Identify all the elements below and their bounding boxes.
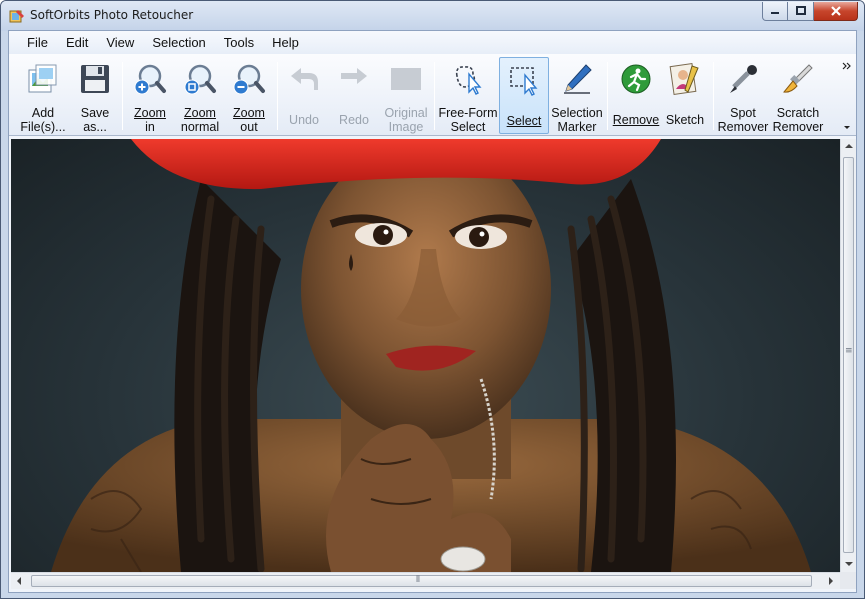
zoom-out-button[interactable]: Zoom out	[225, 57, 273, 134]
menu-edit[interactable]: Edit	[57, 33, 97, 52]
grip-icon: ≡	[845, 346, 853, 356]
zoom-normal-icon	[180, 59, 220, 99]
zoom-normal-label-1: Zoom	[184, 106, 216, 120]
toolbar-overflow-chevron-icon	[842, 62, 851, 129]
zoom-out-icon	[229, 59, 269, 99]
menu-help[interactable]: Help	[263, 33, 308, 52]
selection-marker-label-2: Marker	[557, 120, 597, 134]
toolbar-separator	[277, 62, 278, 130]
save-as-button[interactable]: Save as...	[71, 57, 119, 134]
window-controls	[762, 2, 858, 22]
scratch-remover-label-1: Scratch	[776, 106, 820, 120]
undo-label: Undo	[289, 113, 319, 127]
horizontal-scrollbar[interactable]: ⦀	[11, 572, 840, 589]
zoom-in-button[interactable]: Zoom in	[126, 57, 174, 134]
lasso-select-icon	[448, 59, 488, 99]
zoom-out-label-1: Zoom	[233, 106, 265, 120]
free-form-select-label-1: Free-Form	[438, 106, 498, 120]
add-files-label-1: Add	[31, 106, 55, 120]
spot-remover-label-2: Remover	[717, 120, 769, 134]
remove-label: Remove	[612, 113, 660, 127]
sketch-button[interactable]: Sketch	[661, 57, 709, 134]
remove-button[interactable]: Remove	[611, 57, 661, 134]
redo-label: Redo	[339, 113, 369, 127]
select-button[interactable]: Select	[499, 57, 549, 134]
zoom-normal-button[interactable]: Zoom normal	[175, 57, 225, 134]
add-files-button[interactable]: Add File(s)...	[15, 57, 71, 134]
original-image-label-2: Image	[388, 120, 424, 134]
menu-selection[interactable]: Selection	[143, 33, 214, 52]
menu-tools[interactable]: Tools	[215, 33, 263, 52]
save-as-label-2: as...	[83, 120, 107, 134]
free-form-select-button[interactable]: Free-Form Select	[437, 57, 499, 134]
maximize-icon	[795, 6, 806, 15]
scroll-up-arrow-icon[interactable]	[845, 143, 853, 149]
scroll-down-arrow-icon[interactable]	[845, 561, 853, 567]
toolbar-overflow-button[interactable]	[842, 60, 852, 130]
client-area: File Edit View Selection Tools Help Add …	[8, 30, 857, 593]
redo-button[interactable]: Redo	[331, 57, 377, 134]
undo-arrow-icon	[284, 59, 324, 99]
zoom-in-label-2: in	[145, 120, 155, 134]
menu-file[interactable]: File	[18, 33, 57, 52]
original-image-label-1: Original	[384, 106, 428, 120]
vertical-scroll-thumb[interactable]: ≡	[843, 157, 854, 553]
scroll-left-arrow-icon[interactable]	[16, 577, 22, 585]
menu-view[interactable]: View	[97, 33, 143, 52]
app-window: SoftOrbits Photo Retoucher File Edit Vie…	[0, 0, 865, 599]
floppy-disk-icon	[75, 59, 115, 99]
vertical-scrollbar[interactable]: ≡	[840, 139, 856, 572]
original-image-button[interactable]: Original Image	[381, 57, 431, 134]
add-files-label-2: File(s)...	[20, 120, 66, 134]
marker-pen-icon	[557, 59, 597, 99]
spot-remover-button[interactable]: Spot Remover	[717, 57, 769, 134]
scrollbar-corner	[840, 572, 856, 589]
image-canvas[interactable]	[11, 139, 840, 572]
retoucher-app-icon	[9, 10, 24, 23]
toolbar-separator	[122, 62, 123, 130]
zoom-out-label-2: out	[240, 120, 258, 134]
spot-remover-brush-icon	[723, 59, 763, 99]
portrait-photo	[51, 139, 811, 572]
scratch-remover-label-2: Remover	[772, 120, 824, 134]
remove-runner-icon	[616, 59, 656, 99]
minimize-icon	[771, 12, 779, 14]
menu-bar: File Edit View Selection Tools Help	[9, 31, 856, 54]
spot-remover-label-1: Spot	[730, 106, 756, 120]
minimize-button[interactable]	[762, 2, 788, 21]
toolbar-separator	[713, 62, 714, 130]
horizontal-scroll-thumb[interactable]: ⦀	[31, 575, 812, 587]
sketch-portrait-icon	[665, 59, 705, 99]
rectangle-select-icon	[504, 60, 544, 100]
close-icon	[830, 6, 841, 16]
toolbar: Add File(s)... Save as... Zoom in Zoom n…	[9, 54, 856, 136]
close-button[interactable]	[814, 2, 858, 21]
redo-arrow-icon	[334, 59, 374, 99]
free-form-select-label-2: Select	[450, 120, 486, 134]
zoom-in-label-1: Zoom	[134, 106, 166, 120]
window-title: SoftOrbits Photo Retoucher	[30, 8, 194, 22]
sketch-label: Sketch	[665, 113, 705, 127]
undo-button[interactable]: Undo	[281, 57, 327, 134]
select-label: Select	[506, 114, 542, 128]
scratch-remover-brush-icon	[778, 59, 818, 99]
zoom-normal-label-2: normal	[180, 120, 220, 134]
original-image-icon	[386, 59, 426, 99]
add-files-icon	[23, 59, 63, 99]
zoom-in-icon	[130, 59, 170, 99]
scratch-remover-button[interactable]: Scratch Remover	[769, 57, 827, 134]
toolbar-separator	[607, 62, 608, 130]
grip-icon: ⦀	[416, 575, 420, 585]
maximize-button[interactable]	[788, 2, 814, 21]
scroll-right-arrow-icon[interactable]	[828, 577, 834, 585]
toolbar-separator	[434, 62, 435, 130]
save-as-label-1: Save	[80, 106, 110, 120]
selection-marker-label-1: Selection	[551, 106, 603, 120]
selection-marker-button[interactable]: Selection Marker	[549, 57, 605, 134]
title-bar[interactable]: SoftOrbits Photo Retoucher	[1, 1, 864, 31]
